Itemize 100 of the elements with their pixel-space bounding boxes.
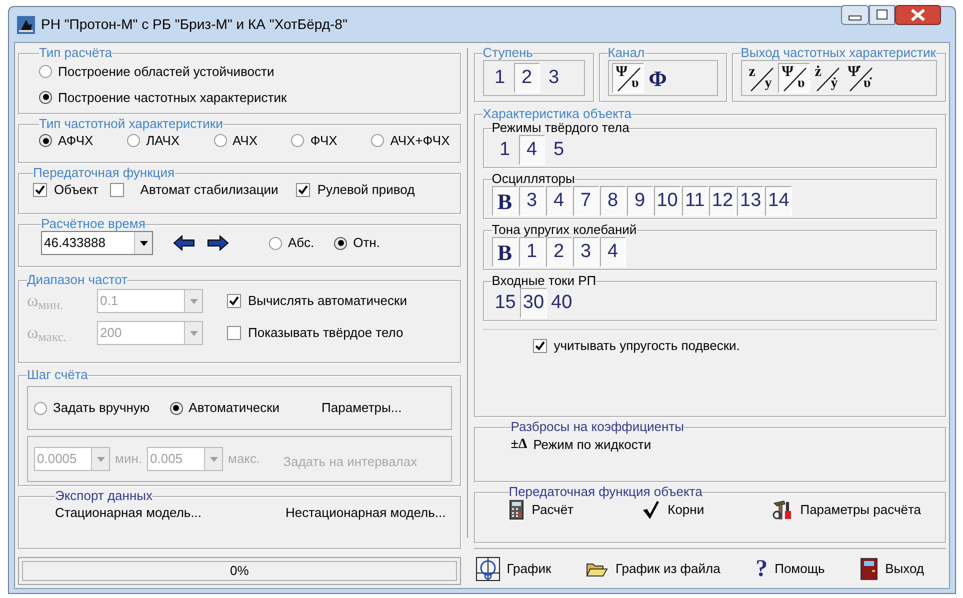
toggle-button[interactable]: 8 bbox=[600, 186, 626, 216]
radio-option[interactable]: ФЧХ bbox=[291, 131, 338, 150]
calculator-icon bbox=[508, 500, 524, 520]
radio-option[interactable]: Автоматически bbox=[170, 398, 280, 418]
toggle-button[interactable]: ż ẏ bbox=[810, 63, 843, 93]
toggle-button[interactable]: 5 bbox=[546, 135, 572, 165]
checkbox[interactable]: Показывать твёрдое тело bbox=[227, 323, 452, 343]
checkbox[interactable]: Вычислять автоматически bbox=[227, 291, 452, 311]
toggle-button[interactable]: Ψ υ bbox=[778, 63, 810, 93]
check-icon bbox=[35, 184, 45, 195]
toggle-button[interactable]: 9 bbox=[626, 186, 653, 216]
toggle-button[interactable]: B bbox=[492, 186, 518, 216]
toolbar-button[interactable]: График bbox=[476, 556, 552, 580]
group-label: Разбросы на коэффициенты bbox=[510, 420, 684, 434]
group-label: Осцилляторы bbox=[492, 172, 575, 186]
unit-label: макс. bbox=[228, 450, 260, 468]
dropdown-arrow-icon bbox=[96, 456, 104, 462]
checkmark-icon bbox=[642, 500, 660, 520]
export-button[interactable]: Стационарная модель... bbox=[55, 503, 202, 522]
group-label: Ступень bbox=[482, 46, 533, 60]
export-button[interactable]: Нестационарная модель... bbox=[285, 503, 446, 522]
group-label: Тип частотной характеристики bbox=[39, 117, 223, 131]
radio-option[interactable]: ЛАЧХ bbox=[127, 131, 180, 150]
toggle-button[interactable]: 4 bbox=[546, 186, 572, 216]
group-label: Шаг счёта bbox=[27, 368, 88, 382]
group-label: Входные токи РП bbox=[492, 274, 596, 288]
toggle-button[interactable]: 2 bbox=[514, 63, 540, 93]
toggle-button[interactable]: 13 bbox=[737, 186, 764, 216]
close-icon bbox=[895, 5, 941, 25]
check-icon bbox=[534, 340, 545, 350]
folder-icon bbox=[586, 560, 608, 576]
toggle-button[interactable]: 30 bbox=[520, 288, 548, 318]
dropdown-arrow-icon bbox=[210, 456, 218, 462]
toggle-button[interactable]: Ψ̇ υ̇ bbox=[844, 63, 876, 93]
fluid-mode-button[interactable]: ±Δ Режим по жидкости bbox=[510, 434, 652, 455]
toggle-button[interactable]: 1 bbox=[492, 135, 518, 165]
toggle-button[interactable]: 40 bbox=[548, 288, 576, 318]
toolbar-button[interactable]: Выход bbox=[860, 558, 924, 580]
dropdown-arrow-icon bbox=[190, 298, 198, 304]
group-label: Экспорт данных bbox=[55, 489, 152, 503]
check-icon bbox=[229, 296, 239, 306]
radio-option[interactable]: Построение частотных характеристик bbox=[39, 88, 287, 107]
group-label: Характеристика объекта bbox=[482, 107, 632, 121]
toggle-button[interactable]: 3 bbox=[518, 186, 545, 216]
toggle-button[interactable]: 2 bbox=[546, 237, 572, 267]
group-label: Передаточная функция объекта bbox=[508, 485, 702, 499]
radio-option[interactable]: Отн. bbox=[334, 233, 380, 253]
radio-option[interactable]: Построение областей устойчивости bbox=[39, 62, 274, 82]
radio-option[interactable]: Абс. bbox=[269, 233, 314, 253]
toolbar-button[interactable]: График из файла bbox=[586, 558, 720, 578]
toggle-button[interactable]: 11 bbox=[682, 186, 708, 216]
calculation-button[interactable]: Расчёт bbox=[508, 500, 574, 520]
parameters-button[interactable]: Параметры... bbox=[322, 398, 402, 418]
group-label: Передаточная функция bbox=[33, 166, 175, 180]
left-arrow-icon bbox=[173, 235, 195, 251]
group-label: Диапазон частот bbox=[27, 273, 128, 287]
toolbar-button[interactable]: ? Помощь bbox=[756, 556, 825, 580]
toggle-button[interactable]: 14 bbox=[765, 186, 792, 216]
check-icon bbox=[298, 184, 308, 195]
checkbox[interactable]: Объект bbox=[33, 180, 98, 200]
progress-text: 0% bbox=[230, 562, 249, 580]
toggle-button[interactable]: 1 bbox=[486, 63, 513, 93]
toggle-button[interactable]: 1 bbox=[518, 237, 545, 267]
radio-option[interactable]: АЧХ+ФЧХ bbox=[371, 131, 450, 150]
toggle-button[interactable]: 3 bbox=[540, 63, 567, 93]
door-icon bbox=[860, 558, 878, 580]
window-title: РН "Протон-М" с РБ "Бриз-М" и КА "ХотБёрд-8" bbox=[41, 15, 348, 34]
app-icon bbox=[17, 16, 35, 34]
checkbox[interactable]: Автомат стабилизации bbox=[110, 180, 278, 200]
calculation-button[interactable]: Корни bbox=[642, 500, 704, 520]
group-label: Режимы твёрдого тела bbox=[492, 121, 630, 135]
group-label: Тона упругих колебаний bbox=[492, 223, 637, 237]
toggle-button[interactable]: 10 bbox=[654, 186, 681, 216]
toggle-button[interactable]: 4 bbox=[518, 135, 545, 165]
dropdown-arrow-icon bbox=[190, 330, 198, 336]
toggle-button[interactable]: 4 bbox=[600, 237, 626, 267]
checkbox[interactable]: учитывать упругость подвески. bbox=[532, 336, 740, 356]
calculation-button[interactable]: Параметры расчёта bbox=[772, 499, 921, 520]
frequency-label: ω$_{макс.}$ bbox=[27, 324, 68, 342]
radio-option[interactable]: АЧХ bbox=[214, 131, 258, 150]
toggle-button[interactable]: Ψ υ bbox=[612, 63, 644, 93]
group-label: Выход частотных характеристик bbox=[740, 46, 936, 60]
toggle-button[interactable]: B bbox=[492, 237, 518, 267]
checkbox[interactable]: Рулевой привод bbox=[296, 180, 415, 200]
radio-option[interactable]: Задать вручную bbox=[34, 398, 150, 418]
toggle-button[interactable]: 15 bbox=[492, 288, 519, 318]
radio-option[interactable]: АФЧХ bbox=[39, 131, 94, 150]
toggle-button[interactable]: 3 bbox=[572, 237, 599, 267]
dropdown-field[interactable]: 46.433888 bbox=[41, 231, 153, 255]
dropdown-arrow-icon bbox=[140, 240, 148, 246]
frequency-label: ω$_{мин.}$ bbox=[27, 292, 64, 310]
group-label: Канал bbox=[608, 46, 645, 60]
graph-icon bbox=[476, 556, 500, 580]
toggle-button[interactable]: z y bbox=[744, 63, 777, 93]
toggle-button[interactable]: 12 bbox=[708, 186, 736, 216]
toggle-button[interactable]: Φ bbox=[644, 63, 671, 93]
right-arrow-icon bbox=[207, 235, 229, 251]
tools-icon bbox=[772, 499, 792, 520]
toggle-button[interactable]: 7 bbox=[572, 186, 599, 216]
group-label: Расчётное время bbox=[41, 217, 146, 231]
